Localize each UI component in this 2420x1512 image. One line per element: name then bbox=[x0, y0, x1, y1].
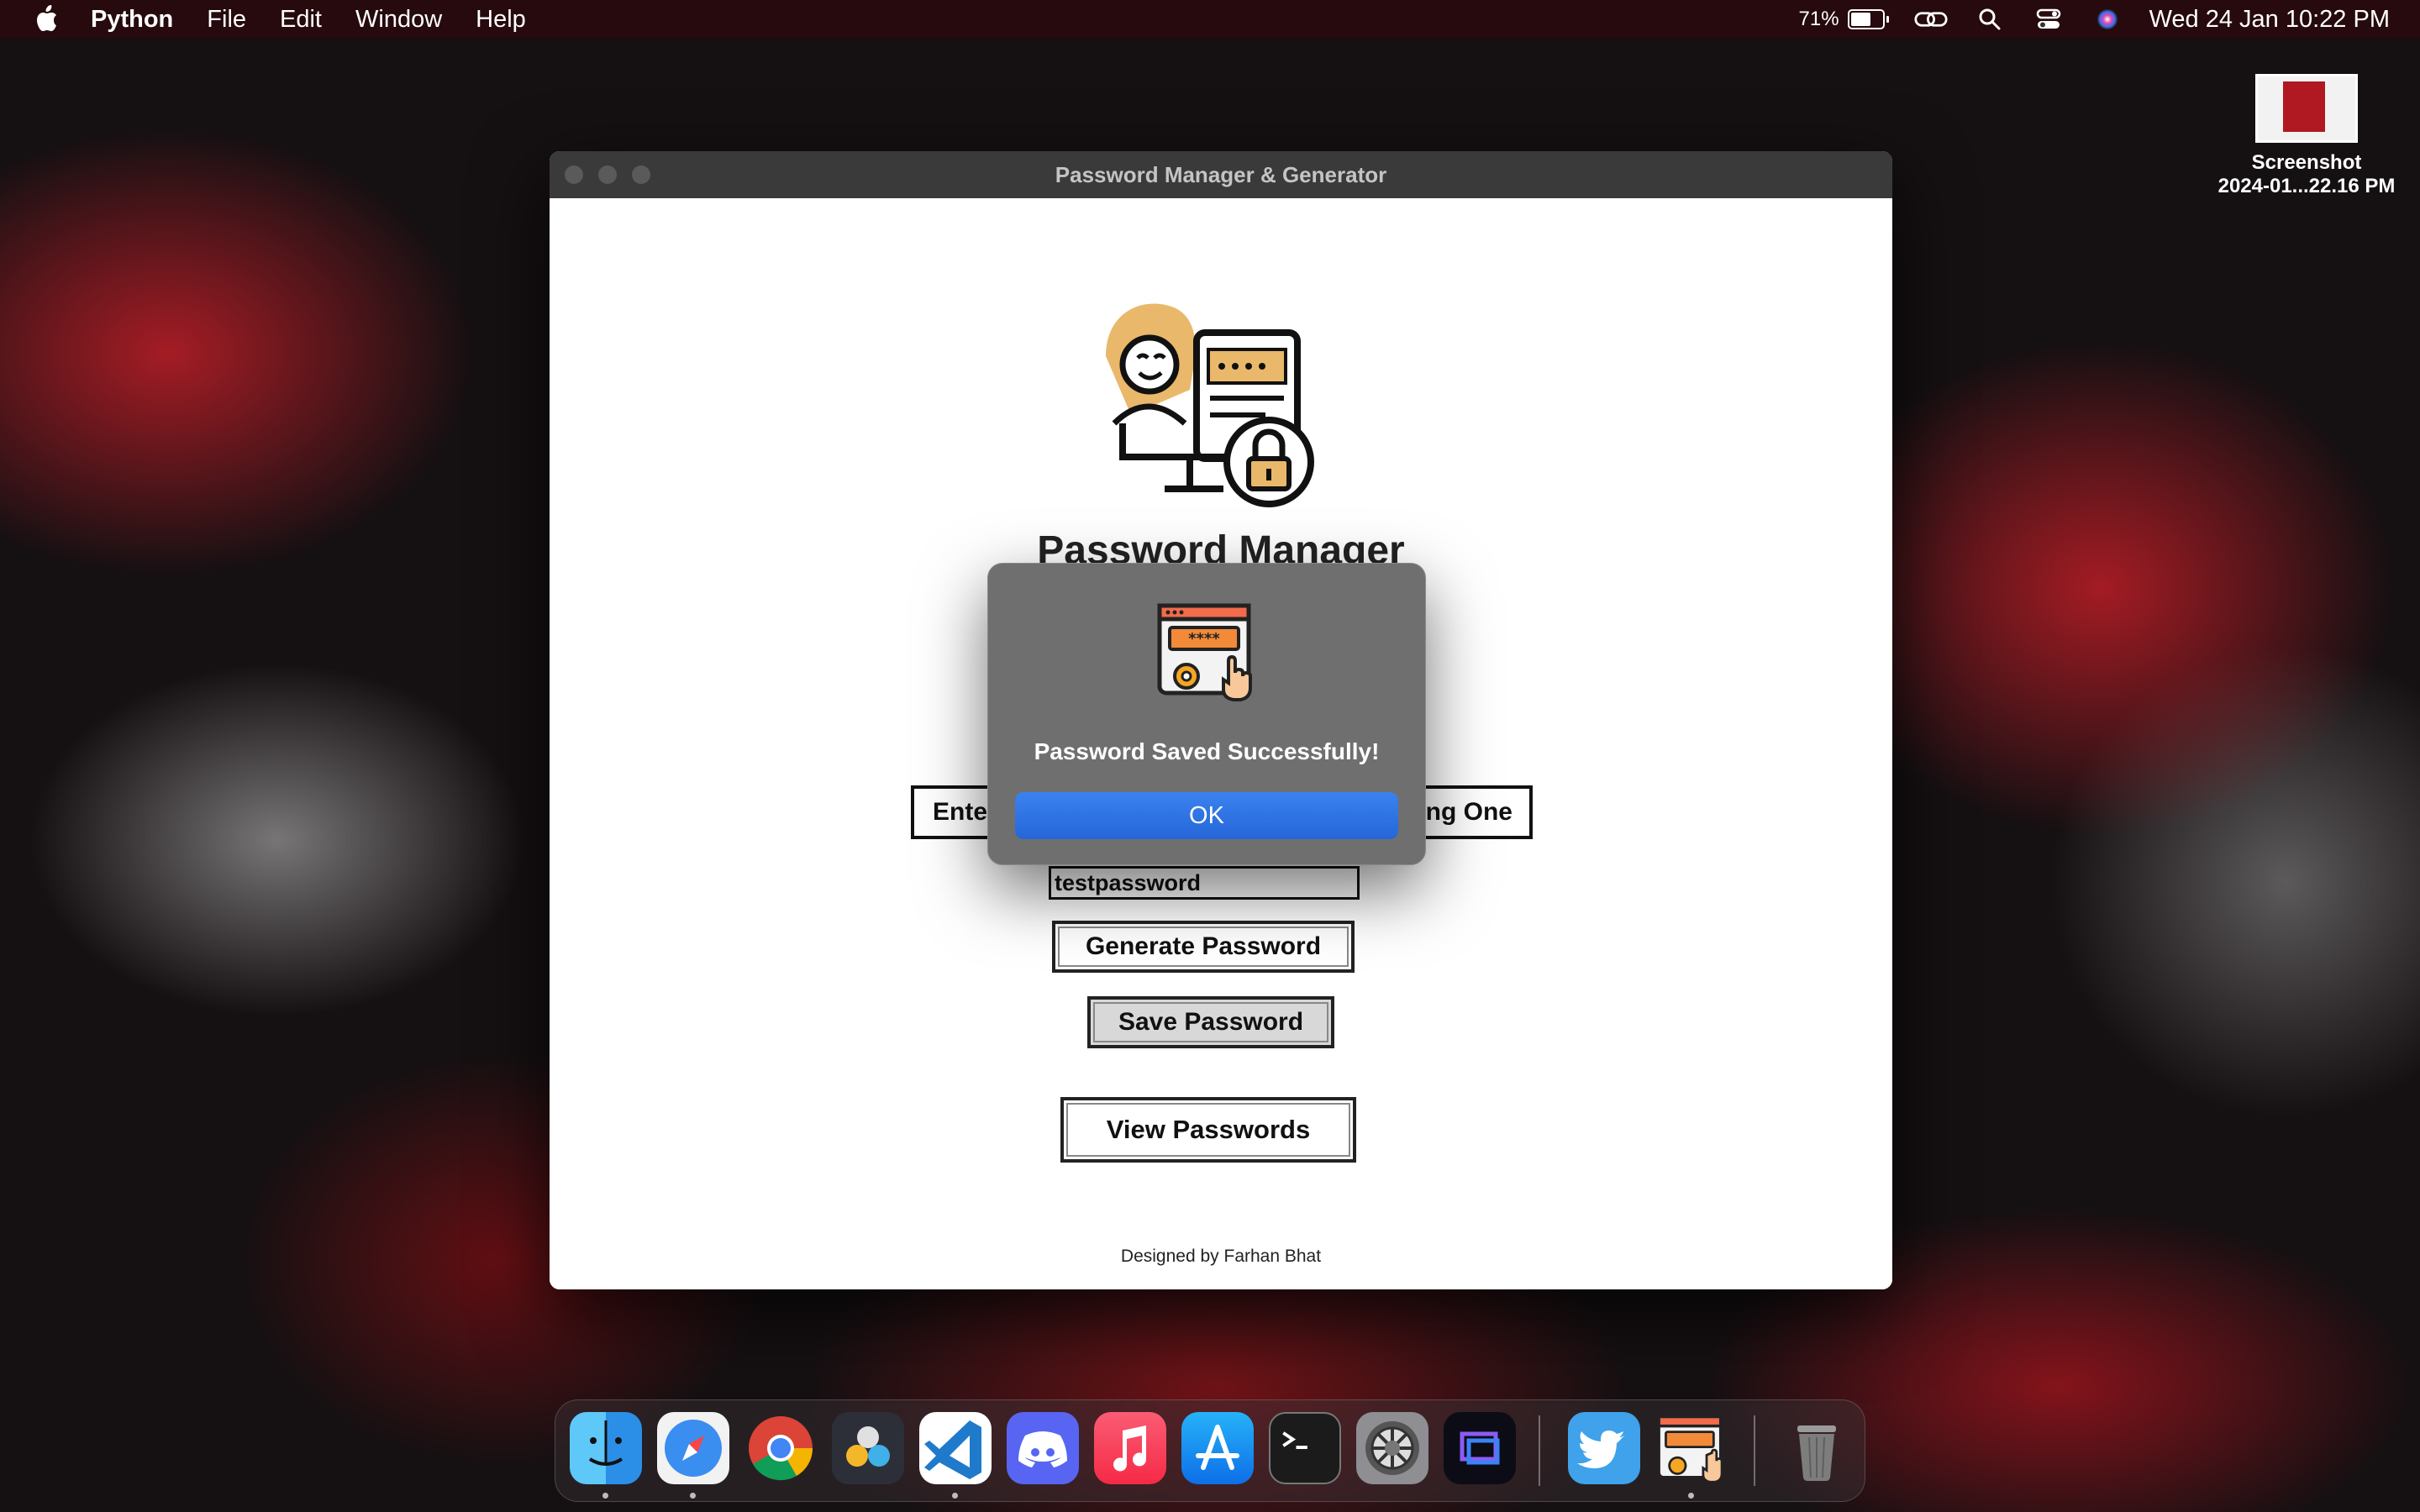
menu-edit[interactable]: Edit bbox=[280, 6, 322, 34]
menu-file[interactable]: File bbox=[207, 6, 246, 34]
search-icon[interactable] bbox=[1973, 3, 2007, 36]
password-manager-dock-icon[interactable] bbox=[1655, 1412, 1728, 1484]
screen-capture-dock-icon[interactable] bbox=[1444, 1412, 1516, 1484]
desktop-file-name-line2: 2024-01...22.16 PM bbox=[2217, 175, 2396, 197]
battery-percent: 71% bbox=[1798, 8, 1839, 30]
password-gear-icon: **** bbox=[1155, 599, 1259, 707]
credits-text: Designed by Farhan Bhat bbox=[1120, 1247, 1322, 1266]
menu-app-name[interactable]: Python bbox=[91, 6, 173, 34]
chrome-dock-icon[interactable] bbox=[744, 1412, 817, 1484]
generate-password-button[interactable]: Generate Password bbox=[1052, 921, 1355, 973]
alert-message: Password Saved Successfully! bbox=[1034, 738, 1380, 764]
apple-menu-icon[interactable] bbox=[32, 3, 60, 36]
desktop-screenshot-file[interactable]: Screenshot 2024-01...22.16 PM bbox=[2202, 74, 2412, 198]
frame-label-right: ng One bbox=[1425, 798, 1512, 826]
menu-help[interactable]: Help bbox=[476, 6, 526, 34]
music-dock-icon[interactable] bbox=[1094, 1412, 1166, 1484]
screenshot-thumbnail bbox=[2255, 74, 2358, 143]
twitter-dock-icon[interactable] bbox=[1568, 1412, 1640, 1484]
safari-dock-icon[interactable] bbox=[657, 1412, 729, 1484]
control-center-icon[interactable] bbox=[2032, 3, 2065, 36]
dock bbox=[555, 1399, 1865, 1502]
link-icon[interactable] bbox=[1914, 3, 1948, 36]
save-password-button[interactable]: Save Password bbox=[1087, 996, 1334, 1048]
success-alert-dialog: **** Password Saved Successfully! OK bbox=[987, 563, 1426, 865]
siri-icon[interactable] bbox=[2091, 3, 2124, 36]
menu-window[interactable]: Window bbox=[355, 6, 442, 34]
trash-dock-icon[interactable] bbox=[1781, 1412, 1853, 1484]
menu-bar: Python File Edit Window Help 71% Wed 24 … bbox=[0, 0, 2420, 39]
window-titlebar[interactable]: Password Manager & Generator bbox=[550, 151, 1892, 199]
user-lock-logo-icon bbox=[1097, 297, 1316, 520]
svg-text:****: **** bbox=[1188, 630, 1220, 648]
finder-dock-icon[interactable] bbox=[570, 1412, 642, 1484]
menu-clock[interactable]: Wed 24 Jan 10:22 PM bbox=[2149, 6, 2390, 34]
view-passwords-button[interactable]: View Passwords bbox=[1060, 1097, 1356, 1163]
app-store-dock-icon[interactable] bbox=[1181, 1412, 1254, 1484]
battery-status[interactable]: 71% bbox=[1799, 8, 1889, 31]
system-settings-dock-icon[interactable] bbox=[1356, 1412, 1428, 1484]
ok-button[interactable]: OK bbox=[1015, 792, 1398, 839]
desktop-file-name-line1: Screenshot bbox=[2251, 151, 2362, 174]
frame-label-left: Ente bbox=[933, 798, 988, 826]
discord-dock-icon[interactable] bbox=[1007, 1412, 1079, 1484]
vscode-dock-icon[interactable] bbox=[919, 1412, 992, 1484]
window-title: Password Manager & Generator bbox=[1055, 162, 1387, 187]
password-input[interactable]: testpassword bbox=[1049, 866, 1360, 900]
davinci-resolve-dock-icon[interactable] bbox=[832, 1412, 904, 1484]
terminal-dock-icon[interactable] bbox=[1269, 1412, 1341, 1484]
battery-icon bbox=[1847, 9, 1885, 29]
